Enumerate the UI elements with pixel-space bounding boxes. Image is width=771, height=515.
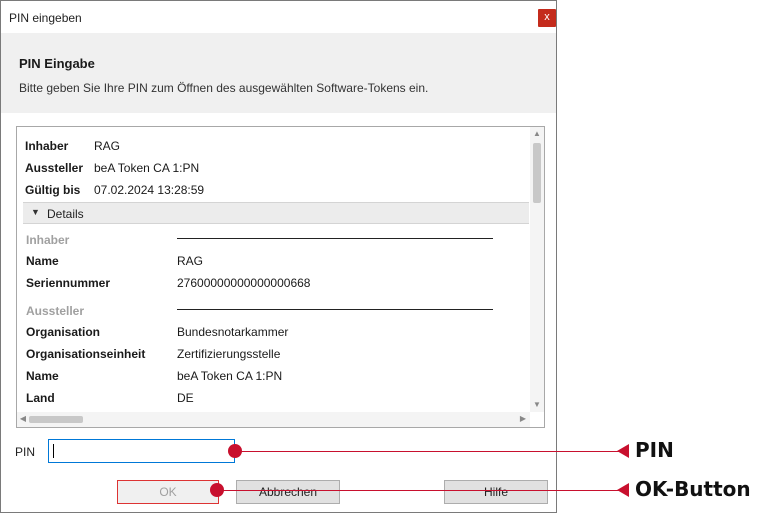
arrow-left-icon [617,483,629,497]
page-description: Bitte geben Sie Ihre PIN zum Öffnen des … [19,81,429,95]
pin-dialog: PIN eingeben x PIN Eingabe Bitte geben S… [0,0,557,513]
detail-label: Name [26,254,59,268]
ok-callout-dot [210,483,224,497]
section-divider [177,309,493,310]
detail-value: Bundesnotarkammer [177,325,289,339]
window-title: PIN eingeben [9,11,82,25]
title-bar: PIN eingeben x [1,1,556,33]
chevron-left-icon[interactable]: ◀ [18,414,28,424]
detail-label: Name [26,369,59,383]
ok-button[interactable]: OK [117,480,219,504]
detail-label: Land [26,391,55,405]
detail-value: RAG [177,254,204,268]
summary-value-holder: RAG [94,139,121,153]
section-divider [177,238,493,239]
chevron-up-icon[interactable]: ▲ [532,129,542,139]
detail-value: 27600000000000000668 [177,276,311,290]
vertical-scrollbar[interactable]: ▲ ▼ [530,127,544,412]
text-caret [53,444,54,458]
summary-value-valid: 07.02.2024 13:28:59 [94,183,205,197]
cancel-button[interactable]: Abbrechen [236,480,340,504]
certificate-panel: Inhaber RAG Aussteller beA Token CA 1:PN… [16,126,545,428]
scrollbar-thumb[interactable] [533,143,541,203]
close-icon: x [544,11,550,23]
chevron-down-icon[interactable]: ▼ [532,400,542,410]
pin-label: PIN [15,445,36,459]
pin-callout-dot [228,444,242,458]
chevron-right-icon[interactable]: ▶ [518,414,528,424]
page-title: PIN Eingabe [19,56,95,71]
ok-callout-line [217,490,629,491]
summary-label-valid: Gültig bis [25,183,81,197]
section-issuer: Aussteller [26,304,85,318]
pin-callout-line [235,451,629,452]
pin-callout-label: PIN [635,438,674,462]
scrollbar-thumb[interactable] [29,416,83,423]
details-toggle-label: Details [47,207,84,221]
summary-label-issuer: Aussteller [25,161,84,175]
dialog-header: PIN Eingabe Bitte geben Sie Ihre PIN zum… [1,33,556,113]
section-holder: Inhaber [26,233,70,247]
ok-callout-label: OK-Button [635,477,751,501]
triangle-down-icon: ▼ [31,207,40,217]
horizontal-scrollbar[interactable]: ◀ ▶ [17,412,530,427]
close-button[interactable]: x [538,9,556,27]
detail-value: Zertifizierungsstelle [177,347,281,361]
details-toggle[interactable]: ▼ Details [23,202,529,224]
detail-value: beA Token CA 1:PN [177,369,283,383]
arrow-left-icon [617,444,629,458]
summary-label-holder: Inhaber [25,139,69,153]
summary-value-issuer: beA Token CA 1:PN [94,161,200,175]
detail-label: Organisationseinheit [26,347,146,361]
detail-value: DE [177,391,194,405]
help-button[interactable]: Hilfe [444,480,548,504]
detail-label: Organisation [26,325,101,339]
pin-input[interactable] [48,439,235,463]
detail-label: Seriennummer [26,276,111,290]
